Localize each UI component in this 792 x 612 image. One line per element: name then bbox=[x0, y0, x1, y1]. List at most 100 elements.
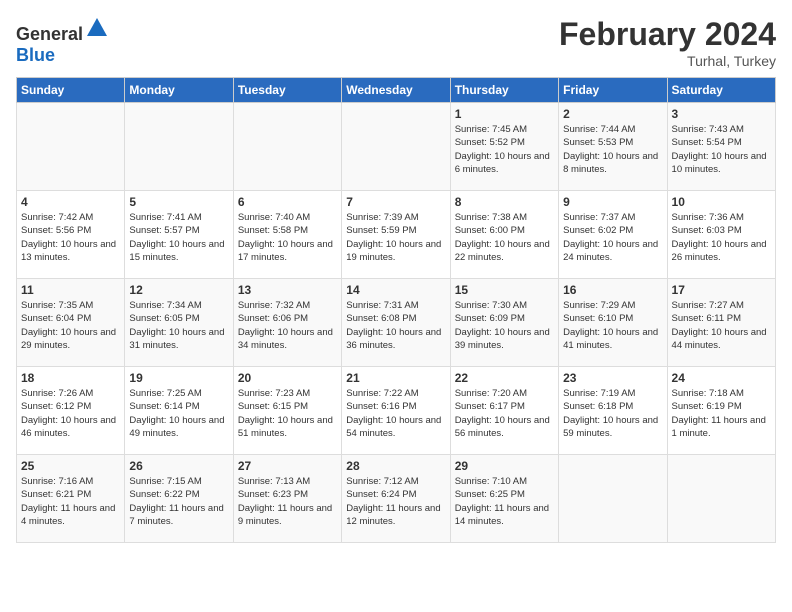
calendar-cell: 24 Sunrise: 7:18 AM Sunset: 6:19 PM Dayli… bbox=[667, 367, 775, 455]
day-info: Sunrise: 7:27 AM Sunset: 6:11 PM Dayligh… bbox=[672, 299, 771, 352]
calendar-cell: 20 Sunrise: 7:23 AM Sunset: 6:15 PM Dayli… bbox=[233, 367, 341, 455]
calendar-cell bbox=[125, 103, 233, 191]
day-info: Sunrise: 7:34 AM Sunset: 6:05 PM Dayligh… bbox=[129, 299, 228, 352]
calendar-cell: 18 Sunrise: 7:26 AM Sunset: 6:12 PM Dayli… bbox=[17, 367, 125, 455]
day-number: 8 bbox=[455, 195, 554, 209]
logo-blue: Blue bbox=[16, 45, 55, 65]
day-number: 2 bbox=[563, 107, 662, 121]
day-info: Sunrise: 7:32 AM Sunset: 6:06 PM Dayligh… bbox=[238, 299, 337, 352]
calendar-cell: 25Sunrise: 7:16 AM Sunset: 6:21 PM Dayli… bbox=[17, 455, 125, 543]
day-info: Sunrise: 7:39 AM Sunset: 5:59 PM Dayligh… bbox=[346, 211, 445, 264]
day-info: Sunrise: 7:15 AM Sunset: 6:22 PM Dayligh… bbox=[129, 475, 228, 528]
calendar-cell: 12 Sunrise: 7:34 AM Sunset: 6:05 PM Dayli… bbox=[125, 279, 233, 367]
calendar-cell: 27 Sunrise: 7:13 AM Sunset: 6:23 PM Dayli… bbox=[233, 455, 341, 543]
calendar-cell: 23 Sunrise: 7:19 AM Sunset: 6:18 PM Dayli… bbox=[559, 367, 667, 455]
weekday-header-wednesday: Wednesday bbox=[342, 78, 450, 103]
day-number: 3 bbox=[672, 107, 771, 121]
day-info: Sunrise: 7:10 AM Sunset: 6:25 PM Dayligh… bbox=[455, 475, 554, 528]
day-number: 24 bbox=[672, 371, 771, 385]
weekday-header-monday: Monday bbox=[125, 78, 233, 103]
calendar-cell: 28Sunrise: 7:12 AM Sunset: 6:24 PM Dayli… bbox=[342, 455, 450, 543]
weekday-header-row: SundayMondayTuesdayWednesdayThursdayFrid… bbox=[17, 78, 776, 103]
calendar-cell: 17 Sunrise: 7:27 AM Sunset: 6:11 PM Dayli… bbox=[667, 279, 775, 367]
calendar-cell: 11 Sunrise: 7:35 AM Sunset: 6:04 PM Dayli… bbox=[17, 279, 125, 367]
day-info: Sunrise: 7:37 AM Sunset: 6:02 PM Dayligh… bbox=[563, 211, 662, 264]
calendar-cell: 19Sunrise: 7:25 AM Sunset: 6:14 PM Dayli… bbox=[125, 367, 233, 455]
day-info: Sunrise: 7:44 AM Sunset: 5:53 PM Dayligh… bbox=[563, 123, 662, 176]
day-number: 23 bbox=[563, 371, 662, 385]
location-subtitle: Turhal, Turkey bbox=[559, 53, 776, 69]
day-info: Sunrise: 7:35 AM Sunset: 6:04 PM Dayligh… bbox=[21, 299, 120, 352]
day-info: Sunrise: 7:25 AM Sunset: 6:14 PM Dayligh… bbox=[129, 387, 228, 440]
day-info: Sunrise: 7:18 AM Sunset: 6:19 PM Dayligh… bbox=[672, 387, 771, 440]
day-info: Sunrise: 7:43 AM Sunset: 5:54 PM Dayligh… bbox=[672, 123, 771, 176]
calendar-cell: 1 Sunrise: 7:45 AM Sunset: 5:52 PM Daylig… bbox=[450, 103, 558, 191]
day-number: 25 bbox=[21, 459, 120, 473]
day-info: Sunrise: 7:19 AM Sunset: 6:18 PM Dayligh… bbox=[563, 387, 662, 440]
calendar-cell: 26 Sunrise: 7:15 AM Sunset: 6:22 PM Dayli… bbox=[125, 455, 233, 543]
calendar-week-row: 25Sunrise: 7:16 AM Sunset: 6:21 PM Dayli… bbox=[17, 455, 776, 543]
weekday-header-friday: Friday bbox=[559, 78, 667, 103]
calendar-cell bbox=[17, 103, 125, 191]
calendar-cell: 6 Sunrise: 7:40 AM Sunset: 5:58 PM Daylig… bbox=[233, 191, 341, 279]
calendar-cell: 9 Sunrise: 7:37 AM Sunset: 6:02 PM Daylig… bbox=[559, 191, 667, 279]
logo-icon bbox=[85, 16, 109, 40]
day-number: 4 bbox=[21, 195, 120, 209]
title-block: February 2024 Turhal, Turkey bbox=[559, 16, 776, 69]
calendar-cell: 2 Sunrise: 7:44 AM Sunset: 5:53 PM Daylig… bbox=[559, 103, 667, 191]
day-info: Sunrise: 7:29 AM Sunset: 6:10 PM Dayligh… bbox=[563, 299, 662, 352]
day-number: 5 bbox=[129, 195, 228, 209]
day-number: 26 bbox=[129, 459, 228, 473]
day-number: 6 bbox=[238, 195, 337, 209]
calendar-week-row: 1 Sunrise: 7:45 AM Sunset: 5:52 PM Daylig… bbox=[17, 103, 776, 191]
logo: General Blue bbox=[16, 16, 109, 66]
calendar-week-row: 4Sunrise: 7:42 AM Sunset: 5:56 PM Daylig… bbox=[17, 191, 776, 279]
day-info: Sunrise: 7:38 AM Sunset: 6:00 PM Dayligh… bbox=[455, 211, 554, 264]
day-number: 1 bbox=[455, 107, 554, 121]
calendar-cell: 10 Sunrise: 7:36 AM Sunset: 6:03 PM Dayli… bbox=[667, 191, 775, 279]
weekday-header-tuesday: Tuesday bbox=[233, 78, 341, 103]
calendar-cell: 13Sunrise: 7:32 AM Sunset: 6:06 PM Dayli… bbox=[233, 279, 341, 367]
day-number: 29 bbox=[455, 459, 554, 473]
day-info: Sunrise: 7:23 AM Sunset: 6:15 PM Dayligh… bbox=[238, 387, 337, 440]
month-year-title: February 2024 bbox=[559, 16, 776, 53]
logo-general: General bbox=[16, 24, 83, 44]
calendar-cell: 16 Sunrise: 7:29 AM Sunset: 6:10 PM Dayli… bbox=[559, 279, 667, 367]
calendar-week-row: 11 Sunrise: 7:35 AM Sunset: 6:04 PM Dayli… bbox=[17, 279, 776, 367]
day-info: Sunrise: 7:30 AM Sunset: 6:09 PM Dayligh… bbox=[455, 299, 554, 352]
day-number: 11 bbox=[21, 283, 120, 297]
calendar-cell: 21 Sunrise: 7:22 AM Sunset: 6:16 PM Dayli… bbox=[342, 367, 450, 455]
day-number: 20 bbox=[238, 371, 337, 385]
day-info: Sunrise: 7:40 AM Sunset: 5:58 PM Dayligh… bbox=[238, 211, 337, 264]
calendar-week-row: 18 Sunrise: 7:26 AM Sunset: 6:12 PM Dayli… bbox=[17, 367, 776, 455]
calendar-cell: 7Sunrise: 7:39 AM Sunset: 5:59 PM Daylig… bbox=[342, 191, 450, 279]
day-info: Sunrise: 7:36 AM Sunset: 6:03 PM Dayligh… bbox=[672, 211, 771, 264]
calendar-cell: 8 Sunrise: 7:38 AM Sunset: 6:00 PM Daylig… bbox=[450, 191, 558, 279]
calendar-cell: 29 Sunrise: 7:10 AM Sunset: 6:25 PM Dayli… bbox=[450, 455, 558, 543]
weekday-header-saturday: Saturday bbox=[667, 78, 775, 103]
day-info: Sunrise: 7:20 AM Sunset: 6:17 PM Dayligh… bbox=[455, 387, 554, 440]
calendar-cell: 3 Sunrise: 7:43 AM Sunset: 5:54 PM Daylig… bbox=[667, 103, 775, 191]
day-number: 12 bbox=[129, 283, 228, 297]
day-info: Sunrise: 7:45 AM Sunset: 5:52 PM Dayligh… bbox=[455, 123, 554, 176]
day-info: Sunrise: 7:31 AM Sunset: 6:08 PM Dayligh… bbox=[346, 299, 445, 352]
day-number: 17 bbox=[672, 283, 771, 297]
calendar-cell bbox=[667, 455, 775, 543]
day-number: 16 bbox=[563, 283, 662, 297]
calendar-table: SundayMondayTuesdayWednesdayThursdayFrid… bbox=[16, 77, 776, 543]
day-info: Sunrise: 7:22 AM Sunset: 6:16 PM Dayligh… bbox=[346, 387, 445, 440]
day-number: 18 bbox=[21, 371, 120, 385]
day-number: 14 bbox=[346, 283, 445, 297]
day-info: Sunrise: 7:13 AM Sunset: 6:23 PM Dayligh… bbox=[238, 475, 337, 528]
day-number: 10 bbox=[672, 195, 771, 209]
calendar-cell: 5 Sunrise: 7:41 AM Sunset: 5:57 PM Daylig… bbox=[125, 191, 233, 279]
day-number: 9 bbox=[563, 195, 662, 209]
day-number: 27 bbox=[238, 459, 337, 473]
day-number: 21 bbox=[346, 371, 445, 385]
day-info: Sunrise: 7:26 AM Sunset: 6:12 PM Dayligh… bbox=[21, 387, 120, 440]
day-number: 15 bbox=[455, 283, 554, 297]
logo-text: General Blue bbox=[16, 16, 109, 66]
weekday-header-thursday: Thursday bbox=[450, 78, 558, 103]
calendar-cell bbox=[559, 455, 667, 543]
day-info: Sunrise: 7:41 AM Sunset: 5:57 PM Dayligh… bbox=[129, 211, 228, 264]
